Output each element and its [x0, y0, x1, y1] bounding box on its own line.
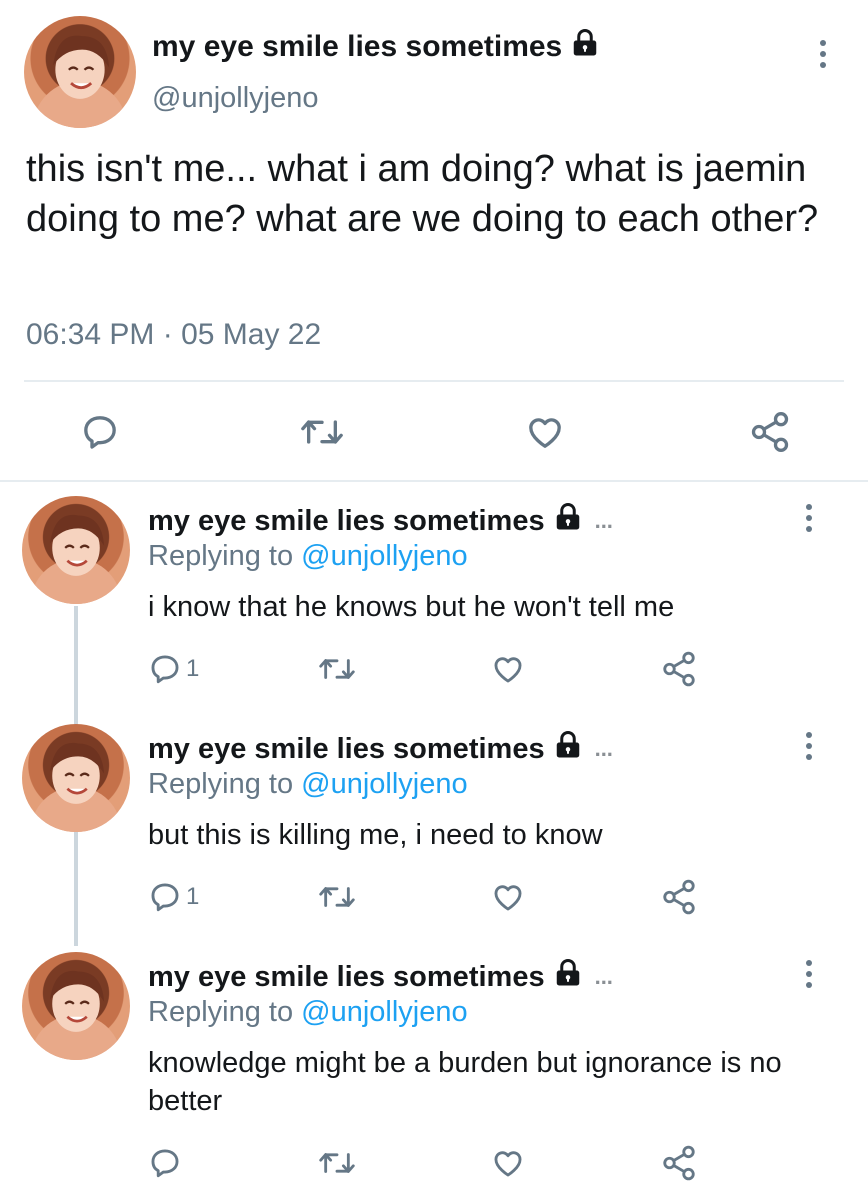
retweet-button[interactable] [318, 880, 356, 914]
reply-button[interactable]: 1 [148, 652, 199, 686]
lock-icon [553, 958, 583, 996]
avatar[interactable] [22, 724, 130, 832]
display-name-text: my eye smile lies sometimes [148, 732, 545, 765]
reply-button[interactable] [80, 412, 120, 452]
more-options-icon[interactable] [820, 40, 826, 68]
like-button[interactable] [490, 652, 526, 686]
display-name-text: my eye smile lies sometimes [148, 960, 545, 993]
divider [24, 380, 844, 382]
retweet-button[interactable] [300, 412, 344, 452]
reply-icon [151, 655, 179, 684]
like-button[interactable] [490, 880, 526, 914]
retweet-icon [301, 420, 343, 444]
replying-to: Replying to @unjollyjeno [148, 768, 468, 801]
lock-icon [553, 502, 583, 540]
share-button[interactable] [660, 1144, 698, 1182]
retweet-button[interactable] [318, 1146, 356, 1180]
name-ellipsis: ... [594, 964, 613, 989]
reply-button[interactable] [148, 1146, 182, 1180]
like-button[interactable] [490, 1146, 526, 1180]
mention-link[interactable]: @unjollyjeno [301, 996, 467, 1028]
avatar[interactable] [22, 496, 130, 604]
heart-icon [494, 657, 522, 683]
heart-icon [494, 1151, 522, 1177]
reply-text: knowledge might be a burden but ignoranc… [148, 1047, 782, 1117]
reply-text: but this is killing me, i need to know [148, 819, 603, 851]
heart-icon [529, 418, 561, 448]
retweet-icon [319, 887, 355, 907]
reply-count: 1 [186, 655, 200, 682]
display-name[interactable]: my eye smile lies sometimes ... [148, 958, 613, 996]
tweet-text: this isn't me... what i am doing? what i… [26, 148, 819, 240]
avatar[interactable] [24, 16, 136, 128]
retweet-icon [319, 1153, 355, 1173]
lock-icon [553, 730, 583, 768]
handle[interactable]: @unjollyjeno [152, 82, 318, 115]
display-name[interactable]: my eye smile lies sometimes ... [148, 730, 613, 768]
replying-to: Replying to @unjollyjeno [148, 540, 468, 573]
display-name-text: my eye smile lies sometimes [148, 504, 545, 537]
display-name-text: my eye smile lies sometimes [152, 30, 563, 63]
timestamp[interactable]: 06:34 PM · 05 May 22 [26, 318, 321, 352]
section-divider [0, 480, 868, 482]
reply-icon [151, 1149, 179, 1178]
mention-link[interactable]: @unjollyjeno [301, 540, 467, 572]
share-button[interactable] [748, 410, 792, 454]
retweet-button[interactable] [318, 652, 356, 686]
share-button[interactable] [660, 878, 698, 916]
share-icon [663, 651, 695, 687]
lock-icon [570, 28, 600, 66]
more-options-icon[interactable] [806, 504, 812, 532]
reply-icon [151, 883, 179, 912]
avatar[interactable] [22, 952, 130, 1060]
more-options-icon[interactable] [806, 960, 812, 988]
retweet-icon [319, 659, 355, 679]
replying-to-prefix: Replying to [148, 768, 302, 800]
name-ellipsis: ... [594, 508, 613, 533]
replying-to-prefix: Replying to [148, 996, 302, 1028]
replying-to: Replying to @unjollyjeno [148, 996, 468, 1029]
display-name[interactable]: my eye smile lies sometimes [152, 28, 600, 66]
mention-link[interactable]: @unjollyjeno [301, 768, 467, 800]
like-button[interactable] [524, 412, 566, 452]
share-button[interactable] [660, 650, 698, 688]
reply-text: i know that he knows but he won't tell m… [148, 591, 675, 623]
reply-icon [84, 416, 116, 449]
name-ellipsis: ... [594, 736, 613, 761]
replying-to-prefix: Replying to [148, 540, 302, 572]
heart-icon [494, 885, 522, 911]
more-options-icon[interactable] [806, 732, 812, 760]
reply-count: 1 [186, 883, 200, 910]
share-icon [663, 1145, 695, 1181]
reply-button[interactable]: 1 [148, 880, 199, 914]
share-icon [751, 412, 789, 452]
share-icon [663, 879, 695, 915]
display-name[interactable]: my eye smile lies sometimes ... [148, 502, 613, 540]
